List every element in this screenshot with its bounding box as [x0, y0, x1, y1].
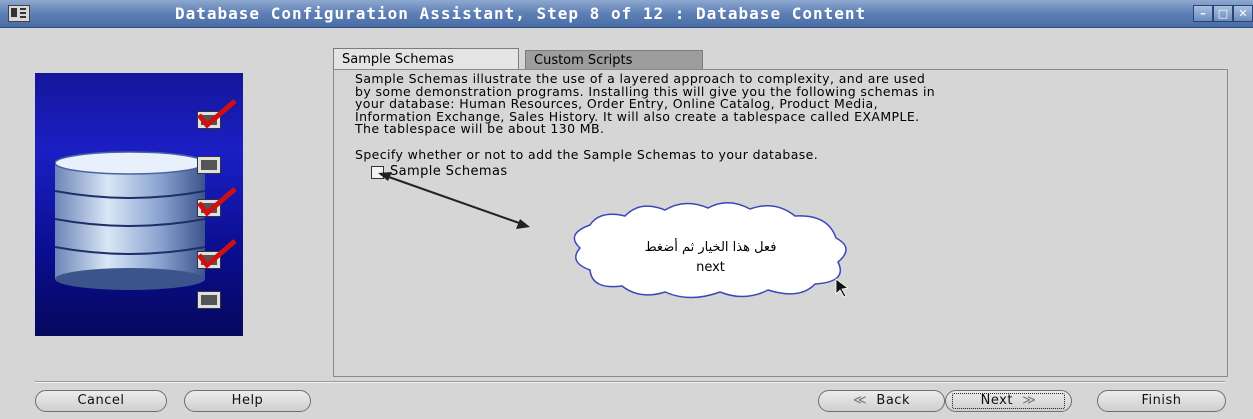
focus-ring	[952, 393, 1065, 409]
cancel-button[interactable]: Cancel	[35, 390, 167, 412]
next-button[interactable]: Next ≫	[945, 390, 1072, 412]
footer-separator	[35, 381, 1225, 383]
back-chevron-icon: ≪	[853, 393, 877, 408]
annotation-overlay	[378, 172, 849, 299]
finish-button[interactable]: Finish	[1097, 390, 1226, 412]
mouse-pointer-icon	[835, 278, 849, 298]
back-button[interactable]: ≪ Back	[818, 390, 945, 412]
help-button[interactable]: Help	[184, 390, 311, 412]
callout-text: فعل هذا الخيار ثم أضغط next	[583, 238, 838, 278]
double-arrow-icon	[378, 172, 530, 229]
callout-line-arabic: فعل هذا الخيار ثم أضغط	[644, 240, 777, 255]
back-button-label: Back	[876, 393, 910, 408]
callout-line-next: next	[696, 260, 725, 275]
